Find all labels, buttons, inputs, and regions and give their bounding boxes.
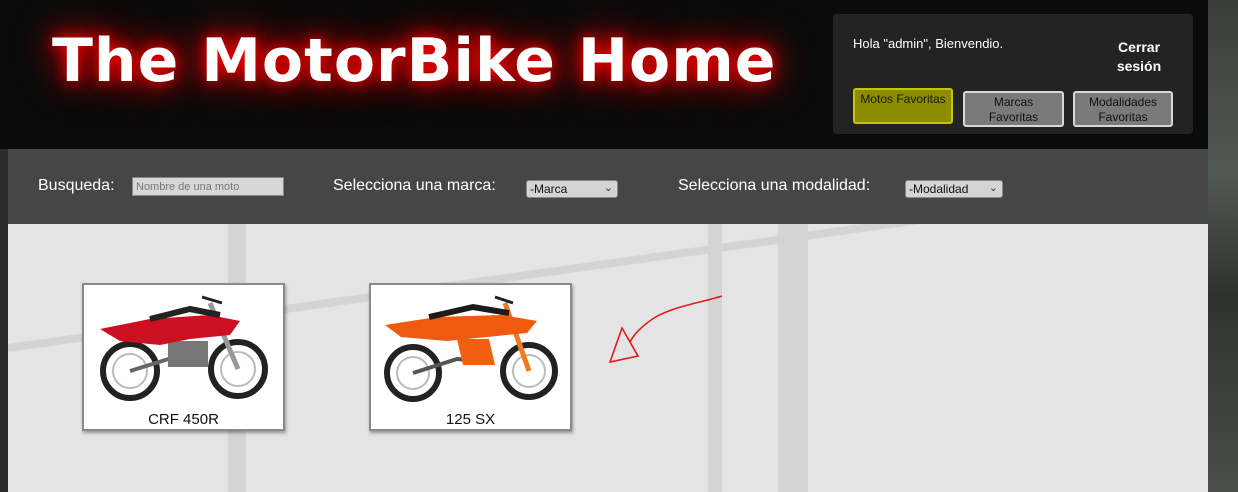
bike-name: CRF 450R [148, 411, 219, 428]
bike-body [100, 315, 240, 345]
mode-label: Selecciona una modalidad: [678, 177, 871, 194]
bike-card[interactable]: CRF 450R [82, 283, 285, 431]
bike-name: 125 SX [445, 411, 496, 428]
chevron-down-icon: ⌄ [603, 182, 613, 194]
brand-select[interactable]: -Marca ⌄ [526, 180, 618, 198]
motorbike-image [384, 295, 558, 402]
mode-select-value: -Modalidad [909, 182, 969, 196]
logout-link[interactable]: Cerrar sesión [1109, 38, 1169, 76]
search-label: Busqueda: [38, 177, 115, 194]
search-input[interactable] [132, 177, 284, 196]
greeting-text: Hola "admin", Bienvendio. [853, 36, 1004, 51]
site-header: The MotorBike Home Hola "admin", Bienven… [0, 0, 1208, 149]
favorite-brands-button[interactable]: Marcas Favoritas [963, 91, 1064, 127]
filter-bar: Busqueda: Selecciona una marca: -Marca ⌄… [8, 149, 1208, 224]
favorite-modes-button[interactable]: Modalidades Favoritas [1073, 91, 1173, 127]
motorbike-image [100, 295, 268, 401]
mode-select[interactable]: -Modalidad ⌄ [905, 180, 1003, 198]
background-decor [778, 224, 808, 492]
chevron-down-icon: ⌄ [988, 182, 998, 194]
favorite-bikes-button[interactable]: Motos Favoritas [853, 88, 953, 124]
brand-select-value: -Marca [530, 182, 568, 196]
red-arrow-annotation [608, 295, 723, 364]
background-strip [1208, 0, 1238, 492]
bike-list: CRF 450R 125 SX [8, 224, 1208, 492]
brand-label: Selecciona una marca: [333, 177, 496, 194]
user-panel: Hola "admin", Bienvendio. Cerrar sesión … [833, 14, 1193, 134]
site-title: The MotorBike Home [52, 26, 777, 96]
bike-body [385, 315, 537, 341]
bike-card[interactable]: 125 SX [369, 283, 572, 431]
